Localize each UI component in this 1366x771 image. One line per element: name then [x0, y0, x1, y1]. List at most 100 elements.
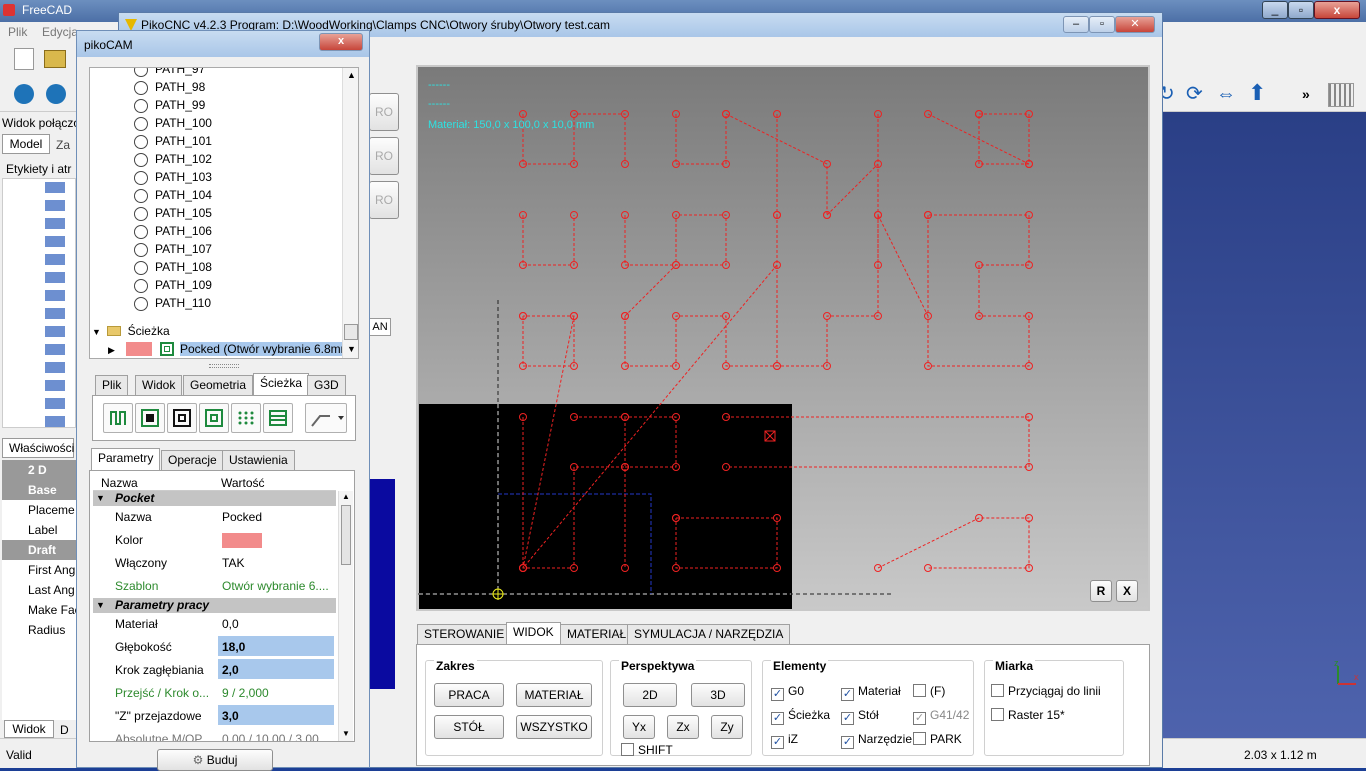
- zoom-selection-icon[interactable]: [46, 84, 66, 104]
- pan-icon[interactable]: ⇔: [1216, 84, 1240, 104]
- radio-icon[interactable]: [134, 116, 148, 131]
- f-checkbox[interactable]: (F): [913, 683, 945, 699]
- open-file-icon[interactable]: [44, 50, 66, 68]
- param-row[interactable]: Krok zagłębiania 2,0: [93, 659, 336, 682]
- cnc-viewport[interactable]: ------ ------ Materiał: 150,0 x 100,0 x …: [416, 65, 1150, 611]
- wszystko-button[interactable]: WSZYSTKO: [516, 715, 592, 739]
- przyciagaj-checkbox[interactable]: Przyciągaj do linii: [991, 683, 1101, 699]
- param-row[interactable]: Głębokość 18,0: [93, 636, 336, 659]
- radio-icon[interactable]: [134, 80, 148, 95]
- more-tools-icon[interactable]: »: [1302, 86, 1310, 102]
- view-zy-button[interactable]: Zy: [711, 715, 743, 739]
- freecad-maximize-button[interactable]: ▫: [1288, 1, 1314, 19]
- radio-icon[interactable]: [134, 188, 148, 203]
- model-tree[interactable]: [2, 178, 76, 428]
- tab-widok[interactable]: WIDOK: [506, 622, 561, 645]
- tree-item-path[interactable]: PATH_97: [134, 68, 205, 78]
- radio-icon[interactable]: [134, 242, 148, 257]
- tree-item-path[interactable]: PATH_99: [134, 96, 205, 114]
- shift-checkbox[interactable]: SHIFT: [621, 742, 673, 758]
- tree-item-path[interactable]: PATH_105: [134, 204, 212, 222]
- view-3d-button[interactable]: 3D: [691, 683, 745, 707]
- param-row-color[interactable]: Kolor: [93, 529, 336, 552]
- prop-label[interactable]: Label: [2, 520, 76, 540]
- drill-grid-button[interactable]: [231, 403, 261, 433]
- tree-item-path[interactable]: PATH_103: [134, 168, 212, 186]
- radio-icon[interactable]: [134, 206, 148, 221]
- rotate-right-icon[interactable]: ⟳: [1186, 84, 1206, 104]
- tree-item-path[interactable]: PATH_101: [134, 132, 212, 150]
- tab-geometria[interactable]: Geometria: [183, 375, 254, 396]
- pikocnc-maximize-button[interactable]: ▫: [1089, 16, 1115, 33]
- tab-widok[interactable]: Widok: [135, 375, 183, 396]
- pocket-outline-button[interactable]: [167, 403, 197, 433]
- side-button-3[interactable]: RO: [369, 181, 399, 219]
- profile-tool-button[interactable]: [103, 403, 133, 433]
- freecad-close-button[interactable]: x: [1314, 1, 1360, 19]
- radio-icon[interactable]: [134, 296, 148, 311]
- param-row[interactable]: Absolutne M/OP 0,00 / 10,00 / 3,00: [93, 728, 336, 741]
- param-row-template[interactable]: Szablon Otwór wybranie 6....: [93, 575, 336, 598]
- tree-folder-sciezka[interactable]: ▼ Ścieżka: [92, 322, 170, 340]
- raster-checkbox[interactable]: Raster 15*: [991, 707, 1065, 723]
- g0-checkbox[interactable]: ✓ G0: [771, 683, 804, 701]
- material-button[interactable]: MATERIAŁ: [516, 683, 592, 707]
- bottom-tab-view[interactable]: Widok: [4, 720, 54, 738]
- tab-plik[interactable]: Plik: [95, 375, 129, 396]
- radio-icon[interactable]: [134, 224, 148, 239]
- view-2d-button[interactable]: 2D: [623, 683, 677, 707]
- tab-sciezka[interactable]: Ścieżka: [253, 373, 310, 396]
- radio-icon[interactable]: [134, 260, 148, 275]
- view-zx-button[interactable]: Zx: [667, 715, 699, 739]
- tab-g3d[interactable]: G3D: [307, 375, 346, 396]
- param-row[interactable]: Przejść / Krok o... 9 / 2,000: [93, 682, 336, 705]
- prop-radius[interactable]: Radius: [2, 620, 76, 640]
- tree-item-path[interactable]: PATH_110: [134, 294, 211, 312]
- radio-icon[interactable]: [134, 278, 148, 293]
- prop-first-angle[interactable]: First Ang: [2, 560, 76, 580]
- view-yx-button[interactable]: Yx: [623, 715, 655, 739]
- radio-icon[interactable]: [134, 170, 148, 185]
- param-row[interactable]: Nazwa Pocked: [93, 506, 336, 529]
- tree-item-path[interactable]: PATH_100: [134, 114, 212, 132]
- narzedzie-checkbox[interactable]: ✓ Narzędzie: [841, 731, 912, 749]
- side-an-tab[interactable]: AN: [369, 318, 391, 336]
- tab-sterowanie[interactable]: STEROWANIE: [417, 624, 512, 645]
- subtab-operacje[interactable]: Operacje: [161, 450, 224, 471]
- menu-edit[interactable]: Edycja: [42, 25, 78, 39]
- section-parametry-pracy[interactable]: ▼ Parametry pracy: [93, 598, 336, 613]
- props-tab[interactable]: Właściwości: [2, 438, 74, 458]
- freecad-3d-view[interactable]: z x: [1162, 112, 1366, 738]
- park-checkbox[interactable]: PARK: [913, 731, 962, 747]
- pikocnc-close-button[interactable]: ✕: [1115, 16, 1155, 33]
- subtab-parametry[interactable]: Parametry: [91, 448, 161, 471]
- stol-checkbox[interactable]: ✓ Stół: [841, 707, 879, 725]
- path-tree[interactable]: PATH_97 PATH_98 PATH_99 PATH_100 PATH_101 PAT…: [89, 67, 359, 359]
- pikocam-close-button[interactable]: x: [319, 33, 363, 51]
- tab-model[interactable]: Model: [2, 134, 50, 154]
- tree-item-path[interactable]: PATH_107: [134, 240, 212, 258]
- prop-make-face[interactable]: Make Fac: [2, 600, 76, 620]
- view-close-button[interactable]: X: [1116, 580, 1138, 602]
- radio-icon[interactable]: [134, 134, 148, 149]
- tree-item-path[interactable]: PATH_106: [134, 222, 212, 240]
- praca-button[interactable]: PRACA: [434, 683, 504, 707]
- radio-icon[interactable]: [134, 68, 148, 77]
- grid-icon[interactable]: [1328, 83, 1354, 107]
- ramp-tool-button[interactable]: [305, 403, 347, 433]
- pocket-button[interactable]: [199, 403, 229, 433]
- bottom-tab-d[interactable]: D: [60, 722, 76, 738]
- color-swatch[interactable]: [218, 529, 334, 549]
- iz-checkbox[interactable]: ✓ iZ: [771, 731, 798, 749]
- tree-item-path[interactable]: PATH_109: [134, 276, 212, 294]
- param-row[interactable]: Materiał 0,0: [93, 613, 336, 636]
- subtab-ustawienia[interactable]: Ustawienia: [222, 450, 295, 471]
- prop-last-angle[interactable]: Last Ang: [2, 580, 76, 600]
- side-button-2[interactable]: RO: [369, 137, 399, 175]
- tab-symulacja[interactable]: SYMULACJA / NARZĘDZIA: [627, 624, 791, 645]
- tree-item-path[interactable]: PATH_108: [134, 258, 212, 276]
- menu-file[interactable]: Plik: [8, 25, 27, 39]
- section-pocket[interactable]: ▼ Pocket: [93, 491, 336, 506]
- arrow-up-icon[interactable]: ⬆: [1248, 82, 1270, 104]
- tree-item-pocket[interactable]: ▶ Pocked (Otwór wybranie 6.8mm: [108, 340, 351, 358]
